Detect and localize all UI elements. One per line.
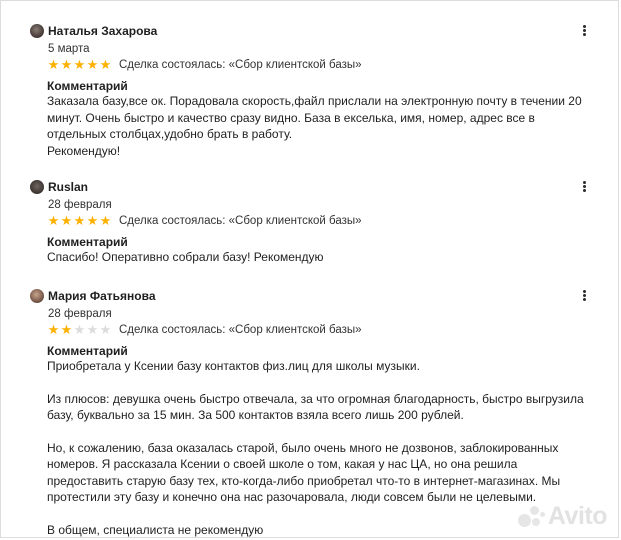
comment-text: Спасибо! Оперативно собрали базу! Рекоме… [47, 249, 590, 266]
review-card: Мария Фатьянова 28 февраля ★ ★ ★ ★ ★ Сделка … [30, 287, 590, 538]
review-date: 5 марта [48, 43, 90, 55]
star-icon: ★ [99, 322, 112, 337]
comment-paragraph: Спасибо! Оперативно собрали базу! Рекоме… [47, 250, 324, 264]
more-options-icon[interactable] [578, 24, 590, 38]
comment-paragraph: Приобретала у Ксении базу контактов физ.… [47, 359, 420, 373]
review-card: Наталья Захарова 5 марта ★ ★ ★ ★ ★ Сделка со… [30, 22, 590, 159]
avito-logo-icon [517, 505, 546, 529]
review-date: 28 февраля [48, 199, 112, 211]
avito-wordmark: Avito [547, 502, 608, 530]
rating-stars: ★ ★ ★ ★ ★ [47, 323, 112, 337]
star-icon: ★ [60, 57, 73, 72]
avatar[interactable] [30, 24, 44, 38]
comment-paragraph: Из плюсов: девушка очень быстро отвечала… [47, 391, 584, 423]
comment-title: Комментарий [47, 79, 128, 93]
author-name[interactable]: Мария Фатьянова [48, 289, 156, 303]
star-icon: ★ [73, 213, 86, 228]
comment-text: Заказала базу,все ок. Порадовала скорост… [47, 93, 590, 159]
author-name[interactable]: Ruslan [48, 180, 88, 194]
comment-title: Комментарий [47, 235, 128, 249]
star-icon: ★ [99, 213, 112, 228]
star-icon: ★ [86, 213, 99, 228]
rating-stars: ★ ★ ★ ★ ★ [47, 58, 112, 72]
star-icon: ★ [86, 322, 99, 337]
star-icon: ★ [60, 213, 73, 228]
star-icon: ★ [73, 57, 86, 72]
avatar[interactable] [30, 289, 44, 303]
star-icon: ★ [73, 322, 86, 337]
more-options-icon[interactable] [578, 180, 590, 194]
comment-paragraph: Но, к сожалению, база оказалась старой, … [47, 440, 561, 505]
rating-stars: ★ ★ ★ ★ ★ [47, 214, 112, 228]
comment-title: Комментарий [47, 344, 128, 358]
avatar[interactable] [30, 180, 44, 194]
review-date: 28 февраля [48, 308, 112, 320]
deal-status: Сделка состоялась: «Сбор клиентской базы… [119, 324, 362, 336]
star-icon: ★ [86, 57, 99, 72]
author-name[interactable]: Наталья Захарова [48, 24, 157, 38]
star-icon: ★ [60, 322, 73, 337]
deal-status: Сделка состоялась: «Сбор клиентской базы… [119, 215, 362, 227]
star-icon: ★ [47, 57, 60, 72]
comment-paragraph: Заказала базу,все ок. Порадовала скорост… [47, 94, 582, 158]
avito-watermark: Avito [517, 502, 608, 531]
more-options-icon[interactable] [578, 289, 590, 303]
star-icon: ★ [99, 57, 112, 72]
comment-paragraph: В общем, специалиста не рекомендую [47, 522, 264, 537]
review-card: Ruslan 28 февраля ★ ★ ★ ★ ★ Сделка состоялас… [30, 178, 590, 266]
comment-text: Приобретала у Ксении базу контактов физ.… [47, 358, 590, 538]
star-icon: ★ [47, 322, 60, 337]
deal-status: Сделка состоялась: «Сбор клиентской базы… [119, 59, 362, 71]
star-icon: ★ [47, 213, 60, 228]
